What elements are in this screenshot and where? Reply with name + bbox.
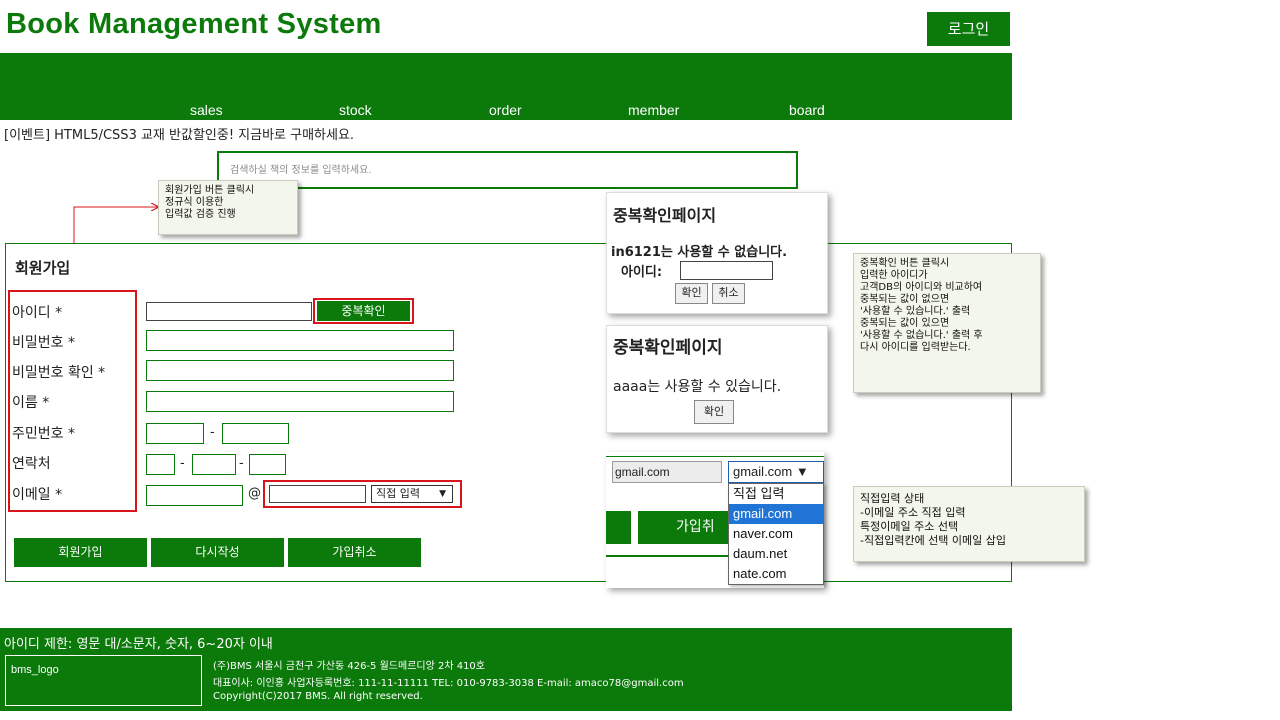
footer-company-info: 대표이사: 이인홍 사업자등록번호: 111-11-11111 TEL: 010… (213, 678, 684, 689)
password-input[interactable] (147, 333, 453, 353)
email-dropdown-demo: gmail.com gmail.com ▼ 가입취 직접 입력 gmail.co… (606, 452, 824, 588)
popup-message: in6121는 사용할 수 없습니다. (611, 245, 788, 260)
label-ssn: 주민번호 * (12, 426, 75, 442)
email-domain-field[interactable] (269, 485, 366, 506)
popup-ok-button[interactable]: 확인 (694, 400, 734, 424)
phone-part1-field[interactable] (146, 454, 175, 477)
phone-dash-1: - (180, 456, 185, 471)
popup-id-label: 아이디: (621, 265, 663, 280)
demo-email-select[interactable]: gmail.com ▼ (728, 461, 824, 483)
label-email: 이메일 * (12, 487, 63, 503)
ssn-back-input[interactable] (223, 426, 288, 446)
email-option[interactable]: naver.com (729, 524, 823, 544)
dup-check-button[interactable]: 중복확인 (317, 301, 410, 321)
footer-copyright: Copyright(C)2017 BMS. All right reserved… (213, 691, 423, 702)
email-select-value: 직접 입력 (376, 487, 420, 500)
password-field[interactable] (146, 330, 454, 353)
email-option[interactable]: daum.net (729, 544, 823, 564)
name-field[interactable] (146, 391, 454, 414)
ssn-front-input[interactable] (147, 426, 203, 446)
password-confirm-input[interactable] (147, 363, 453, 383)
cancel-signup-button[interactable]: 가입취소 (288, 538, 421, 567)
demo-email-input[interactable]: gmail.com (612, 461, 722, 483)
email-note: 직접입력 상태 -이메일 주소 직접 입력 특정이메일 주소 선택 -직접입력칸… (853, 486, 1085, 562)
email-at: @ (248, 486, 261, 501)
email-option-selected[interactable]: gmail.com (729, 504, 823, 524)
dup-check-popup-fail: 중복확인페이지 in6121는 사용할 수 없습니다. 아이디: 확인 취소 (606, 192, 828, 314)
demo-button-left[interactable] (606, 511, 631, 544)
signup-button[interactable]: 회원가입 (14, 538, 147, 567)
email-domain-select[interactable]: 직접 입력 ▼ (371, 485, 453, 503)
phone-part1-input[interactable] (147, 457, 174, 477)
phone-part2-input[interactable] (193, 457, 235, 477)
dup-check-note: 중복확인 버튼 클릭시 입력한 아이디가 고객DB의 아이디와 비교하여 중복되… (853, 253, 1041, 393)
label-password: 비밀번호 * (12, 335, 75, 351)
footer-logo: bms_logo (5, 655, 202, 706)
label-phone: 연락처 (12, 456, 51, 472)
popup-id-input[interactable] (681, 265, 772, 283)
id-input[interactable] (147, 306, 311, 324)
label-password-confirm: 비밀번호 확인 * (12, 365, 106, 381)
popup-id-field[interactable] (680, 261, 773, 283)
dup-check-popup-ok: 중복확인페이지 aaaa는 사용할 수 있습니다. 확인 (606, 325, 828, 433)
popup-title: 중복확인페이지 (613, 206, 717, 225)
popup-title: 중복확인페이지 (613, 338, 723, 358)
phone-part3-field[interactable] (249, 454, 286, 477)
popup-ok-button[interactable]: 확인 (675, 283, 708, 304)
reset-button[interactable]: 다시작성 (151, 538, 284, 567)
email-options-list: 직접 입력 gmail.com naver.com daum.net nate.… (728, 483, 824, 585)
phone-dash-2: - (239, 456, 244, 471)
ssn-back-field[interactable] (222, 423, 289, 446)
phone-part3-input[interactable] (250, 457, 285, 477)
name-input[interactable] (147, 394, 453, 414)
footer-id-rule: 아이디 제한: 영문 대/소문자, 숫자, 6~20자 이내 (4, 637, 273, 652)
id-field[interactable] (146, 302, 312, 324)
popup-cancel-button[interactable]: 취소 (712, 283, 745, 304)
popup-message: aaaa는 사용할 수 있습니다. (613, 379, 782, 395)
email-option[interactable]: nate.com (729, 564, 823, 584)
divider (606, 456, 824, 457)
password-confirm-field[interactable] (146, 360, 454, 383)
email-id-input[interactable] (147, 488, 242, 508)
ssn-front-field[interactable] (146, 423, 204, 446)
label-name: 이름 * (12, 395, 50, 411)
dropdown-arrow-icon: ▼ (439, 489, 446, 499)
form-title: 회원가입 (15, 259, 71, 277)
label-id: 아이디 * (12, 305, 63, 321)
email-id-field[interactable] (146, 485, 243, 508)
signup-note: 회원가입 버튼 클릭시 정규식 이용한 입력값 검증 진행 (158, 180, 298, 235)
phone-part2-field[interactable] (192, 454, 236, 477)
email-domain-input[interactable] (270, 490, 365, 506)
ssn-dash: - (210, 425, 215, 440)
footer-address: (주)BMS 서울시 금천구 가산동 426-5 월드메르디앙 2차 410호 (213, 661, 485, 672)
email-option[interactable]: 직접 입력 (729, 484, 823, 504)
